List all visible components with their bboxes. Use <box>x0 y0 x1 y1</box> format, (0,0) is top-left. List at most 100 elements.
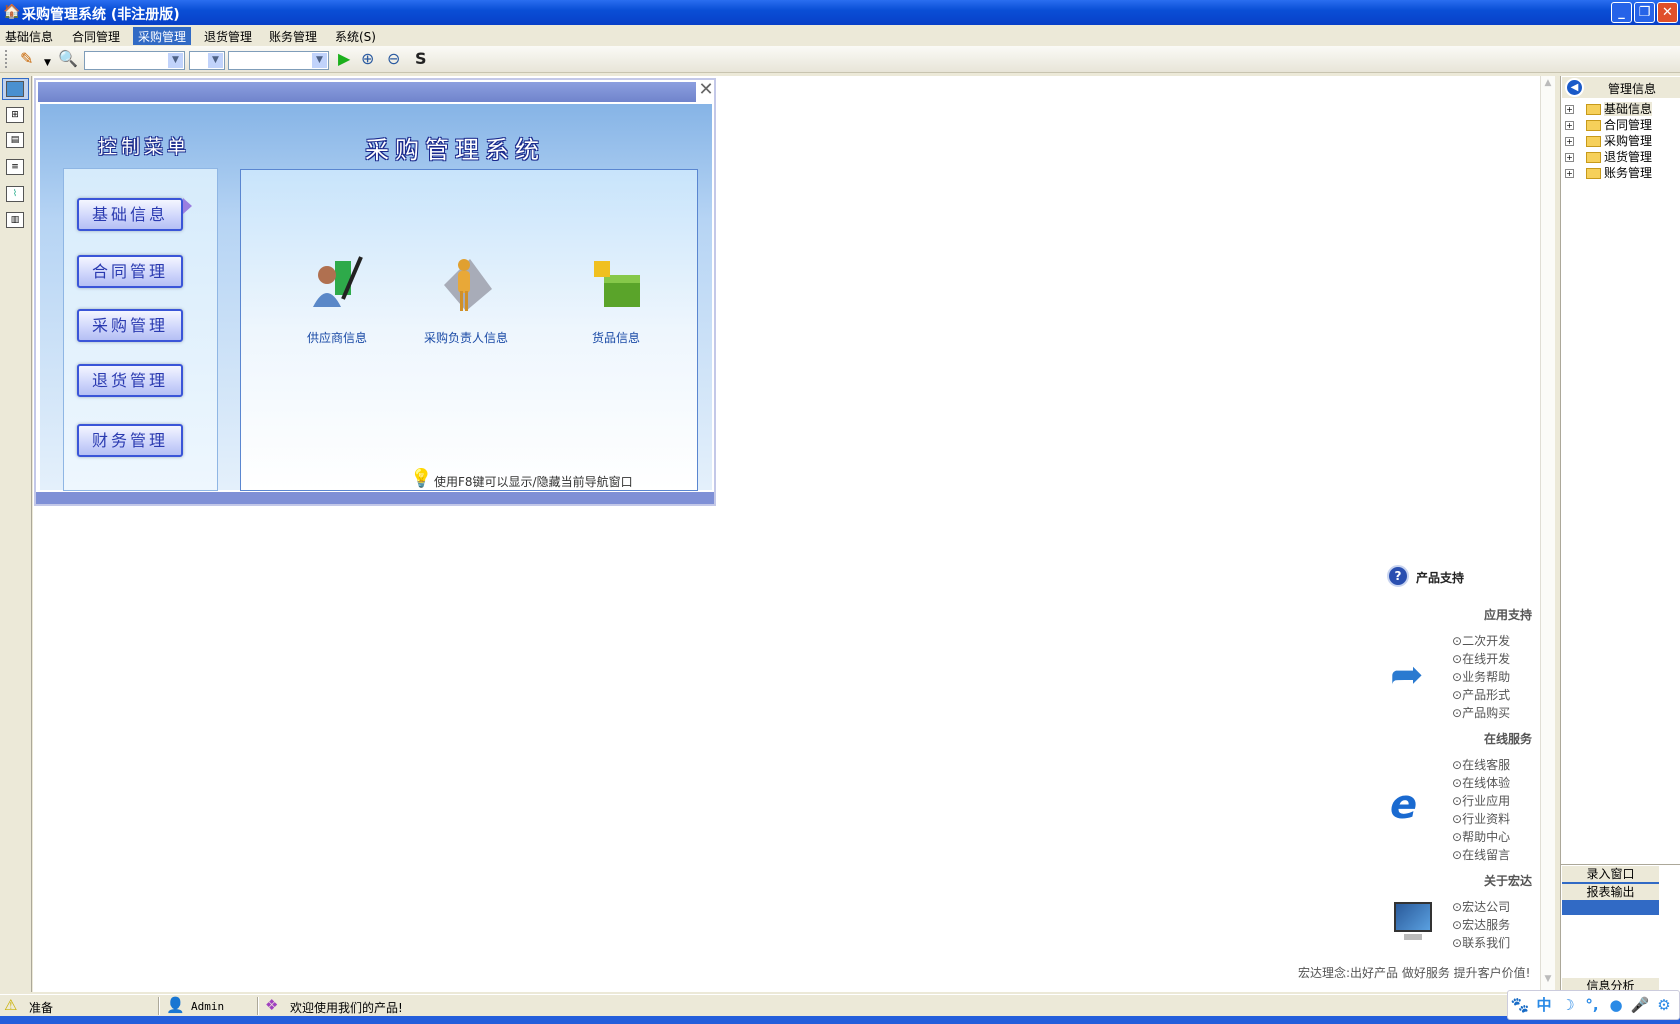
expand-icon[interactable]: + <box>1565 169 1574 178</box>
expand-icon[interactable]: + <box>1565 137 1574 146</box>
chevron-down-icon[interactable]: ▼ <box>168 53 183 68</box>
nav-close-button[interactable]: ✕ <box>696 80 716 102</box>
tree-item-contract[interactable]: + 合同管理 <box>1565 116 1652 132</box>
zoom-in-icon[interactable]: ⊕ <box>361 50 374 68</box>
link[interactable]: ⊙帮助中心 <box>1452 828 1510 845</box>
zoom-out-icon[interactable]: ⊖ <box>387 50 400 68</box>
dropdown-arrow-icon[interactable]: ▼ <box>44 54 51 72</box>
close-button[interactable]: ✕ <box>1657 2 1678 23</box>
folder-icon <box>1586 120 1601 131</box>
nav-button-basic-info[interactable]: 基础信息 <box>77 198 183 231</box>
pencil-icon[interactable]: ✎ <box>20 50 33 68</box>
link[interactable]: ⊙宏达服务 <box>1452 916 1510 933</box>
tagline: 宏达理念:出好产品 做好服务 提升客户价值! <box>1298 966 1531 980</box>
tab-input-window[interactable]: 录入窗口 <box>1562 866 1659 882</box>
list-icon[interactable]: ▤ <box>6 132 24 148</box>
link[interactable]: ⊙业务帮助 <box>1452 668 1510 685</box>
back-icon[interactable]: ◀ <box>1565 78 1584 97</box>
chevron-down-icon[interactable]: ▼ <box>312 53 327 68</box>
table-icon[interactable]: ▥ <box>6 212 24 228</box>
print-preview-icon[interactable]: 🔍 <box>58 50 78 68</box>
tree-icon[interactable]: ⊞ <box>6 107 24 123</box>
nav-button-purchase[interactable]: 采购管理 <box>77 309 183 342</box>
status-warning-icon: ⚠ <box>4 996 18 1014</box>
control-menu-title: 控制菜单 <box>98 136 191 158</box>
combo-3[interactable]: ▼ <box>228 51 329 70</box>
link[interactable]: ⊙在线开发 <box>1452 650 1510 667</box>
menu-purchase[interactable]: 采购管理 <box>133 27 192 45</box>
user-icon: 👤 <box>166 996 185 1014</box>
window-icon[interactable] <box>6 81 24 97</box>
support-title: 产品支持 <box>1416 571 1465 585</box>
section-heading-online-service: 在线服务 <box>1484 732 1533 746</box>
nav-button-contract[interactable]: 合同管理 <box>77 255 183 288</box>
link[interactable]: ⊙在线留言 <box>1452 846 1510 863</box>
blocks-icon: ❖ <box>265 996 279 1014</box>
user-icon[interactable]: ● <box>1604 991 1628 1019</box>
chevron-down-icon[interactable]: ▼ <box>208 53 223 68</box>
tree-item-return[interactable]: + 退货管理 <box>1565 148 1652 164</box>
combo-1[interactable]: ▼ <box>84 51 185 70</box>
menu-return[interactable]: 退货管理 <box>199 27 257 45</box>
document-icon[interactable]: ≡ <box>6 159 24 175</box>
punctuation-icon[interactable]: °, <box>1580 991 1604 1019</box>
menu-contract[interactable]: 合同管理 <box>67 27 125 45</box>
menu-basic-info[interactable]: 基础信息 <box>0 27 58 45</box>
supplier-icon <box>307 255 367 315</box>
link[interactable]: ⊙在线体验 <box>1452 774 1510 791</box>
item-goods-info[interactable]: 货品信息 <box>556 255 676 346</box>
menu-accounts[interactable]: 账务管理 <box>264 27 322 45</box>
tree-item-basic-info[interactable]: + 基础信息 <box>1565 100 1653 116</box>
right-panel-title: 管理信息 <box>1608 82 1657 96</box>
link[interactable]: ⊙行业应用 <box>1452 792 1510 809</box>
left-toolbar: ⊞ ▤ ≡ ⌇ ▥ <box>0 76 32 992</box>
tree-item-accounts[interactable]: + 账务管理 <box>1565 164 1652 180</box>
paw-icon[interactable]: 🐾 <box>1508 991 1532 1019</box>
ime-lang[interactable]: 中 <box>1532 991 1556 1019</box>
ie-icon: e <box>1390 782 1418 828</box>
link[interactable]: ⊙行业资料 <box>1452 810 1510 827</box>
item-label: 采购负责人信息 <box>423 331 508 345</box>
minimize-button[interactable]: _ <box>1611 2 1632 23</box>
divider <box>257 997 259 1015</box>
goods-cubes-icon <box>586 255 646 315</box>
expand-icon[interactable]: + <box>1565 105 1574 114</box>
refresh-s-icon[interactable]: S <box>415 50 427 68</box>
right-panel: ◀ 管理信息 + 基础信息 + 合同管理 + 采购管理 + 退货管理 + 账务管理 录入窗… <box>1560 76 1680 994</box>
link[interactable]: ⊙二次开发 <box>1452 632 1510 649</box>
right-panel-header: ◀ 管理信息 <box>1562 77 1680 98</box>
chart-icon[interactable]: ⌇ <box>6 186 24 202</box>
link[interactable]: ⊙在线客服 <box>1452 756 1510 773</box>
mic-icon[interactable]: 🎤 <box>1628 991 1652 1019</box>
item-supplier-info[interactable]: 供应商信息 <box>277 255 397 346</box>
combo-2[interactable]: ▼ <box>189 51 225 70</box>
gear-icon[interactable]: ⚙ <box>1652 991 1676 1019</box>
tree-item-purchase[interactable]: + 采购管理 <box>1565 132 1652 148</box>
play-icon[interactable]: ▶ <box>338 50 350 68</box>
selected-tab-area <box>1562 900 1659 915</box>
nav-window-body: 控制菜单 采购管理系统 基础信息 合同管理 采购管理 退货管理 财务管理 供应商… <box>40 104 712 491</box>
toolbar-grip[interactable] <box>5 50 7 68</box>
link[interactable]: ⊙产品购买 <box>1452 704 1510 721</box>
control-menu-panel: 基础信息 合同管理 采购管理 退货管理 财务管理 <box>63 168 218 491</box>
nav-button-return[interactable]: 退货管理 <box>77 364 183 397</box>
expand-icon[interactable]: + <box>1565 153 1574 162</box>
scroll-down-icon[interactable]: ▼ <box>1541 974 1555 988</box>
tab-report-output[interactable]: 报表输出 <box>1562 884 1659 900</box>
nav-window-header[interactable] <box>38 82 696 102</box>
folder-icon <box>1586 152 1601 163</box>
f8-hint: 使用F8键可以显示/隐藏当前导航窗口 <box>434 475 633 489</box>
status-state: 准备 <box>29 1001 54 1015</box>
item-purchaser-info[interactable]: 采购负责人信息 <box>406 255 526 346</box>
expand-icon[interactable]: + <box>1565 121 1574 130</box>
title-bar: 🏠 采购管理系统 (非注册版) _ ❐ ✕ <box>0 0 1680 25</box>
moon-icon[interactable]: ☽ <box>1556 991 1580 1019</box>
link[interactable]: ⊙产品形式 <box>1452 686 1510 703</box>
restore-button[interactable]: ❐ <box>1634 2 1655 23</box>
scroll-up-icon[interactable]: ▲ <box>1541 78 1555 92</box>
menu-system[interactable]: 系统(S) <box>330 27 381 45</box>
vertical-scrollbar[interactable]: ▲ ▼ <box>1540 76 1555 992</box>
nav-button-finance[interactable]: 财务管理 <box>77 424 183 457</box>
link[interactable]: ⊙联系我们 <box>1452 934 1510 951</box>
link[interactable]: ⊙宏达公司 <box>1452 898 1510 915</box>
